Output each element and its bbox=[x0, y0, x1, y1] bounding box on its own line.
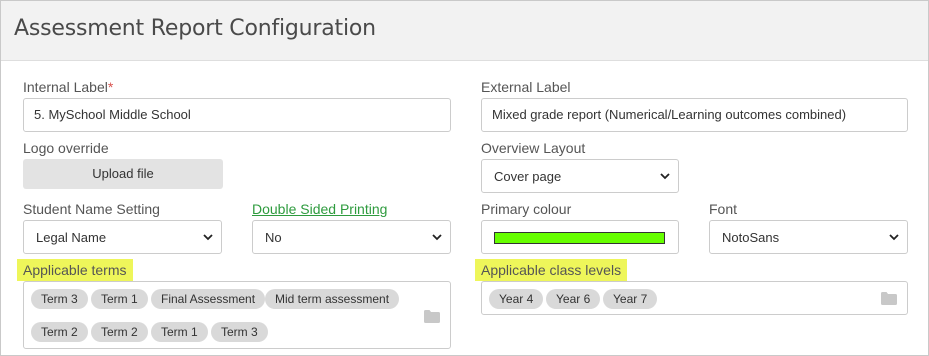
applicable-class-levels-picker[interactable]: Year 4 Year 6 Year 7 bbox=[481, 281, 908, 315]
required-mark: * bbox=[107, 79, 114, 95]
applicable-class-levels-label: Applicable class levels bbox=[475, 259, 628, 281]
primary-colour-label: Primary colour bbox=[481, 201, 572, 217]
class-level-tag[interactable]: Year 6 bbox=[546, 289, 601, 309]
class-level-tag[interactable]: Year 4 bbox=[489, 289, 544, 309]
term-tag[interactable]: Term 3 bbox=[31, 289, 88, 309]
applicable-terms-picker[interactable]: Term 3 Term 1 Final Assessment Mid term … bbox=[23, 281, 451, 349]
overview-layout-select[interactable]: Cover page bbox=[481, 159, 679, 193]
student-name-setting-value: Legal Name bbox=[36, 230, 107, 245]
upload-file-button[interactable]: Upload file bbox=[23, 159, 223, 189]
logo-override-label: Logo override bbox=[23, 140, 109, 156]
chevron-down-icon bbox=[203, 232, 213, 242]
font-value: NotoSans bbox=[722, 230, 780, 245]
student-name-setting-label: Student Name Setting bbox=[23, 201, 160, 217]
double-sided-printing-link[interactable]: Double Sided Printing bbox=[252, 201, 387, 217]
folder-icon[interactable] bbox=[881, 292, 897, 305]
class-level-tag[interactable]: Year 7 bbox=[603, 289, 658, 309]
external-label-input[interactable]: Mixed grade report (Numerical/Learning o… bbox=[481, 98, 908, 132]
term-tag[interactable]: Term 3 bbox=[211, 322, 268, 342]
double-sided-printing-select[interactable]: No bbox=[252, 220, 451, 254]
overview-layout-value: Cover page bbox=[494, 169, 562, 184]
applicable-terms-label: Applicable terms bbox=[17, 259, 133, 281]
student-name-setting-select[interactable]: Legal Name bbox=[23, 220, 222, 254]
term-tag[interactable]: Term 1 bbox=[91, 289, 148, 309]
overview-layout-label: Overview Layout bbox=[481, 140, 586, 156]
font-select[interactable]: NotoSans bbox=[709, 220, 908, 254]
font-label: Font bbox=[709, 201, 738, 217]
chevron-down-icon bbox=[432, 232, 442, 242]
double-sided-printing-value: No bbox=[265, 230, 282, 245]
folder-icon[interactable] bbox=[424, 310, 440, 323]
term-tag[interactable]: Final Assessment bbox=[151, 289, 266, 309]
page-header: Assessment Report Configuration bbox=[1, 1, 928, 61]
page-title: Assessment Report Configuration bbox=[14, 16, 376, 41]
term-tag[interactable]: Term 2 bbox=[31, 322, 88, 342]
term-tag[interactable]: Mid term assessment bbox=[265, 289, 400, 309]
internal-label-input[interactable]: 5. MySchool Middle School bbox=[23, 98, 451, 132]
term-tag[interactable]: Term 2 bbox=[91, 322, 148, 342]
chevron-down-icon bbox=[889, 232, 899, 242]
colour-swatch bbox=[494, 232, 665, 244]
term-tag[interactable]: Term 1 bbox=[151, 322, 208, 342]
chevron-down-icon bbox=[660, 171, 670, 181]
primary-colour-picker[interactable] bbox=[481, 220, 679, 254]
external-label-label: External Label bbox=[481, 79, 571, 95]
internal-label-label: Internal Label* bbox=[23, 79, 114, 95]
